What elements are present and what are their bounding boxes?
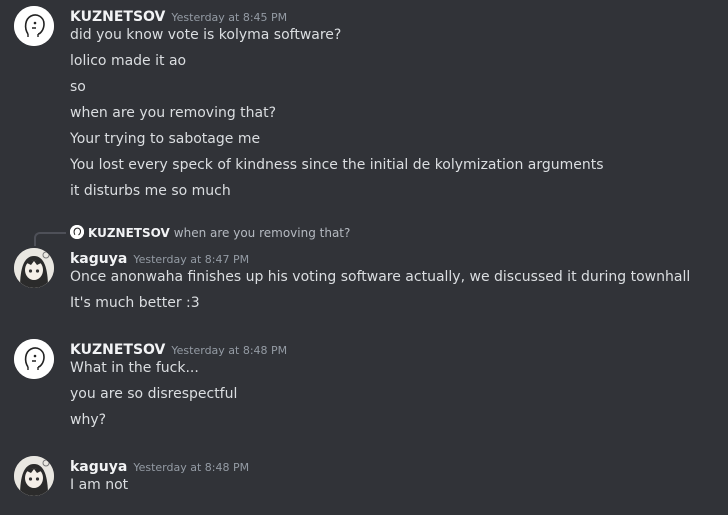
- message-text: lolico made it ao: [70, 53, 187, 69]
- reply-preview[interactable]: KUZNETSOV when are you removing that?: [70, 224, 350, 242]
- message-text: when are you removing that?: [70, 105, 277, 121]
- message-text: Your trying to sabotage me: [70, 131, 261, 147]
- message-text: it disturbs me so much: [70, 183, 231, 199]
- doodle-face-icon[interactable]: [14, 6, 54, 46]
- message-text: I am not: [70, 477, 129, 493]
- message-text: so: [70, 79, 86, 95]
- message-text: It's much better :3: [70, 295, 200, 311]
- timestamp[interactable]: Yesterday at 8:48 PM: [133, 461, 249, 474]
- timestamp[interactable]: Yesterday at 8:47 PM: [133, 253, 249, 266]
- reply-text[interactable]: when are you removing that?: [174, 226, 351, 240]
- message-text: why?: [70, 412, 107, 428]
- anime-girl-avatar-icon[interactable]: [14, 456, 54, 496]
- message-text: You lost every speck of kindness since t…: [70, 157, 604, 173]
- reply-spine: [34, 232, 66, 246]
- username[interactable]: KUZNETSOV: [70, 342, 165, 358]
- doodle-face-icon: [70, 225, 84, 239]
- reply-author[interactable]: KUZNETSOV: [88, 226, 170, 240]
- username[interactable]: KUZNETSOV: [70, 9, 165, 25]
- timestamp[interactable]: Yesterday at 8:45 PM: [171, 11, 287, 24]
- timestamp[interactable]: Yesterday at 8:48 PM: [171, 344, 287, 357]
- message-text: Once anonwaha finishes up his voting sof…: [70, 269, 691, 285]
- username[interactable]: kaguya: [70, 251, 127, 267]
- username[interactable]: kaguya: [70, 459, 127, 475]
- doodle-face-icon[interactable]: [14, 339, 54, 379]
- anime-girl-avatar-icon[interactable]: [14, 248, 54, 288]
- message-text: What in the fuck...: [70, 360, 199, 376]
- message-text: you are so disrespectful: [70, 386, 238, 402]
- message-text: did you know vote is kolyma software?: [70, 27, 342, 43]
